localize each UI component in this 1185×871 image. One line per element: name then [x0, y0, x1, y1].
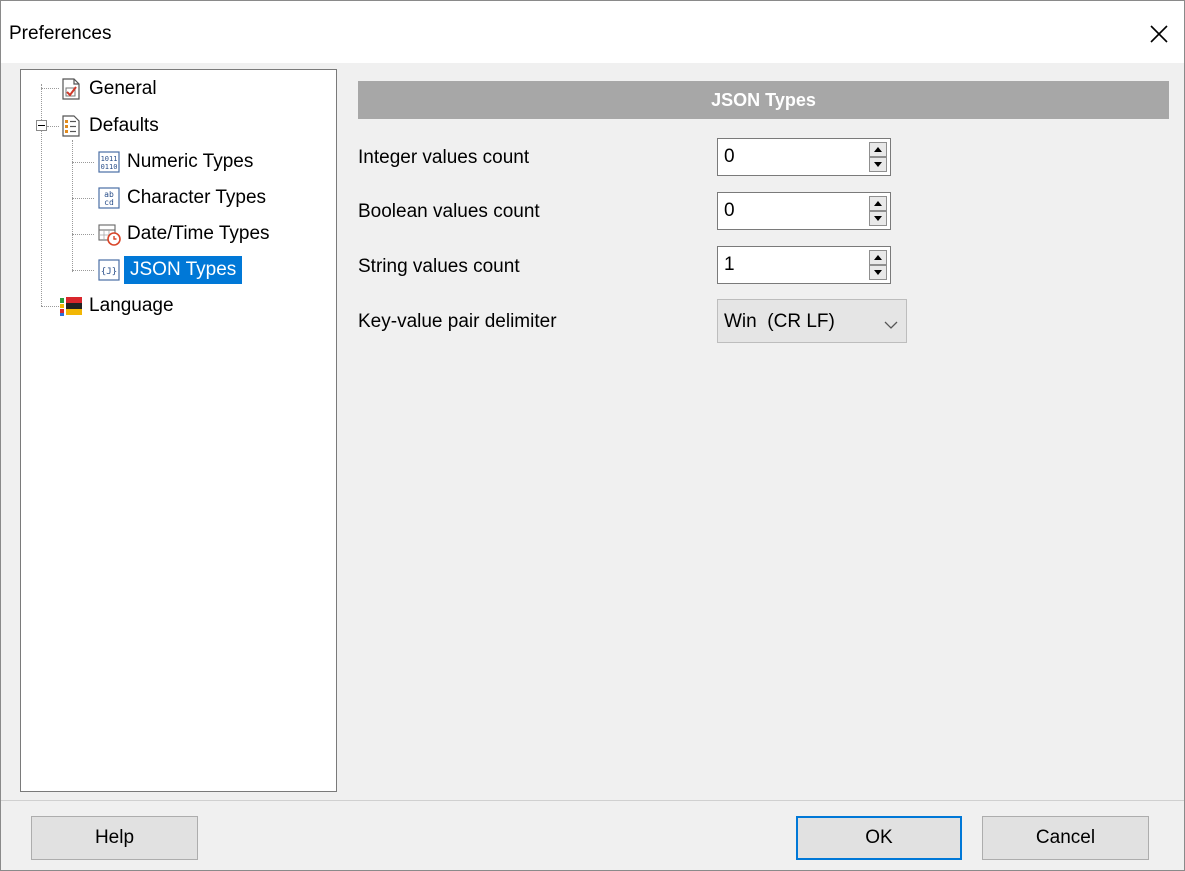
- tree-item-datetime-types[interactable]: Date/Time Types: [97, 217, 270, 251]
- section-header: JSON Types: [358, 81, 1169, 119]
- integer-values-count-label: Integer values count: [358, 147, 530, 168]
- tree-item-label: Numeric Types: [127, 151, 254, 172]
- spin-up-button[interactable]: [869, 142, 887, 157]
- tree-item-label: General: [89, 78, 157, 99]
- tree-item-label: Date/Time Types: [127, 223, 270, 244]
- numeric-types-icon: 1011 0110: [97, 150, 121, 174]
- spin-up-button[interactable]: [869, 250, 887, 265]
- cancel-button[interactable]: Cancel: [982, 816, 1149, 860]
- spin-down-button[interactable]: [869, 211, 887, 226]
- character-types-icon: ab cd: [97, 186, 121, 210]
- boolean-values-count-spinner[interactable]: [717, 192, 891, 230]
- integer-values-count-input[interactable]: [718, 139, 868, 175]
- minus-icon: [38, 125, 45, 126]
- tree-item-general[interactable]: General: [59, 72, 157, 106]
- tree-item-numeric-types[interactable]: 1011 0110 Numeric Types: [97, 145, 253, 179]
- preferences-tree[interactable]: General Defaults 1011 0110 Numeric Types…: [20, 69, 337, 792]
- string-values-count-input[interactable]: [718, 247, 868, 283]
- tree-item-character-types[interactable]: ab cd Character Types: [97, 181, 266, 215]
- footer-separator: [1, 800, 1184, 801]
- datetime-types-icon: [97, 222, 121, 246]
- help-button[interactable]: Help: [31, 816, 198, 860]
- preferences-dialog: Preferences General Defaults 1011 0110 N…: [0, 0, 1185, 871]
- tree-item-label: Character Types: [127, 187, 267, 208]
- tree-item-label: Language: [89, 295, 174, 316]
- tree-item-defaults[interactable]: Defaults: [59, 109, 159, 143]
- tree-item-label: Defaults: [89, 115, 159, 136]
- spin-up-button[interactable]: [869, 196, 887, 211]
- chevron-down-icon: [884, 314, 898, 336]
- language-flag-icon: [59, 294, 83, 318]
- key-value-delimiter-select[interactable]: Win (CR LF): [717, 299, 907, 343]
- spin-down-button[interactable]: [869, 157, 887, 172]
- string-values-count-label: String values count: [358, 256, 520, 277]
- close-button[interactable]: [1134, 11, 1184, 57]
- spin-down-button[interactable]: [869, 265, 887, 280]
- tree-item-json-types[interactable]: {J} JSON Types: [97, 253, 243, 287]
- svg-text:cd: cd: [104, 198, 114, 207]
- defaults-collapse-toggle[interactable]: [36, 120, 47, 131]
- json-types-icon: {J}: [97, 258, 121, 282]
- svg-text:{J}: {J}: [101, 267, 117, 277]
- svg-text:0110: 0110: [101, 163, 118, 171]
- title-bar: Preferences: [1, 1, 1184, 63]
- boolean-values-count-label: Boolean values count: [358, 201, 540, 222]
- close-icon: [1150, 25, 1168, 43]
- window-title: Preferences: [9, 23, 112, 44]
- defaults-list-icon: [59, 114, 83, 138]
- general-settings-icon: [59, 77, 83, 101]
- string-values-count-spinner[interactable]: [717, 246, 891, 284]
- delimiter-selected-value: Win (CR LF): [724, 311, 835, 332]
- boolean-values-count-input[interactable]: [718, 193, 868, 229]
- integer-values-count-spinner[interactable]: [717, 138, 891, 176]
- tree-item-language[interactable]: Language: [59, 289, 174, 323]
- tree-item-label: JSON Types: [124, 256, 243, 284]
- ok-button[interactable]: OK: [796, 816, 962, 860]
- key-value-delimiter-label: Key-value pair delimiter: [358, 311, 557, 332]
- svg-text:1011: 1011: [101, 155, 118, 163]
